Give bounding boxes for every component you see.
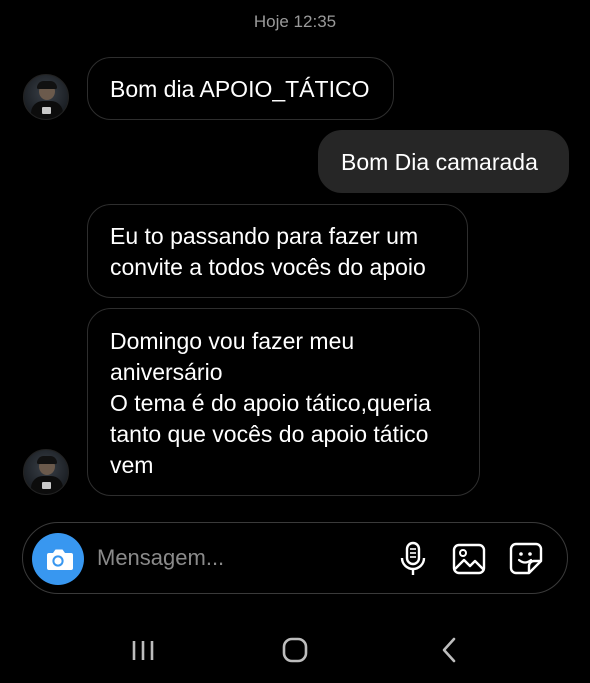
- outgoing-message[interactable]: Bom Dia camarada: [318, 130, 569, 193]
- gallery-button[interactable]: [451, 540, 487, 578]
- back-icon: [442, 637, 456, 663]
- home-icon: [282, 637, 308, 663]
- sticker-icon: [509, 542, 543, 575]
- microphone-button[interactable]: [395, 540, 431, 578]
- back-button[interactable]: [430, 630, 470, 670]
- sender-avatar[interactable]: [23, 449, 69, 495]
- message-composer: Mensagem...: [22, 522, 568, 594]
- incoming-message[interactable]: Domingo vou fazer meu aniversário O tema…: [87, 308, 480, 496]
- gallery-icon: [452, 543, 486, 575]
- sender-avatar[interactable]: [23, 74, 69, 120]
- recent-apps-icon: [132, 641, 154, 660]
- home-button[interactable]: [275, 630, 315, 670]
- incoming-message[interactable]: Bom dia APOIO_TÁTICO: [87, 57, 394, 120]
- camera-button[interactable]: [32, 533, 84, 585]
- message-input[interactable]: Mensagem...: [97, 545, 224, 571]
- recent-apps-button[interactable]: [123, 630, 163, 670]
- microphone-icon: [400, 541, 426, 575]
- sticker-button[interactable]: [508, 540, 544, 578]
- camera-icon: [47, 549, 73, 570]
- message-timestamp: Hoje 12:35: [253, 12, 337, 31]
- incoming-message[interactable]: Eu to passando para fazer um convite a t…: [87, 204, 468, 298]
